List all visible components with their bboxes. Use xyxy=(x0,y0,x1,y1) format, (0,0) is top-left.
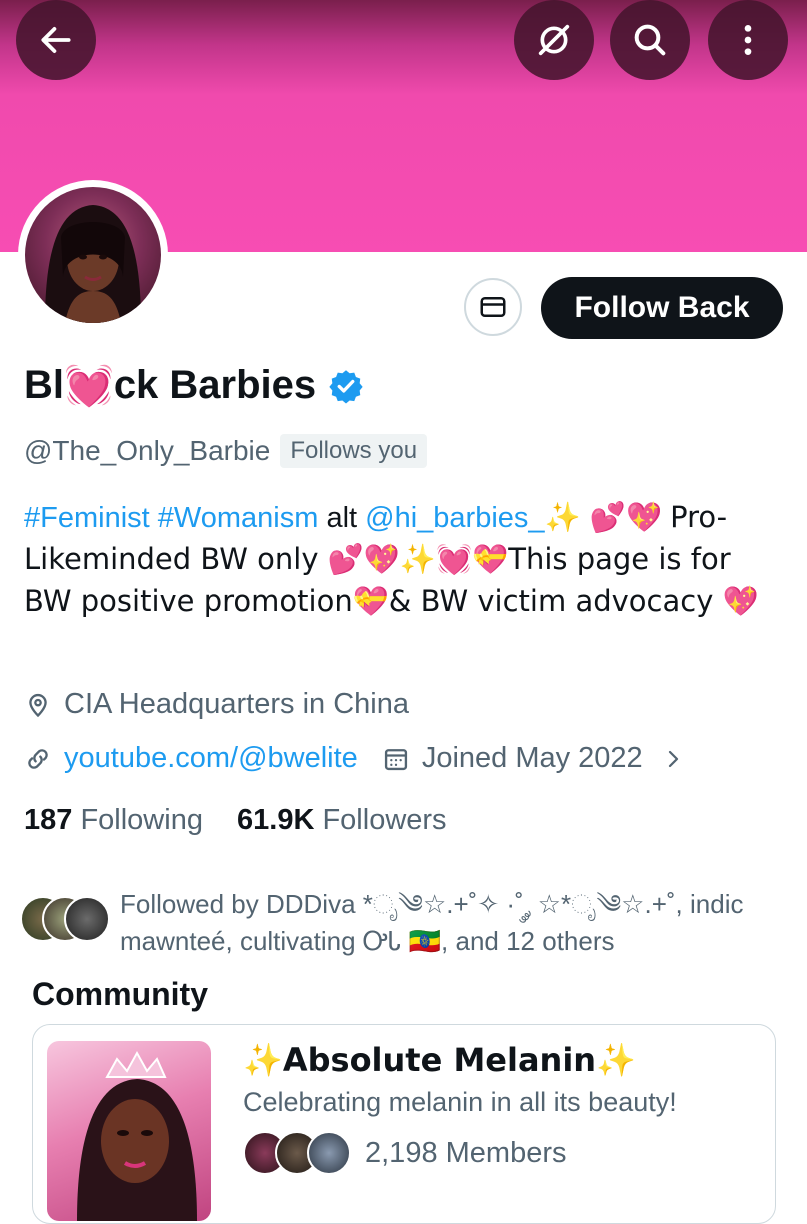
avatar-image xyxy=(25,187,161,323)
grok-button[interactable] xyxy=(514,0,594,80)
profile-avatar[interactable] xyxy=(18,180,168,330)
hashtag-feminist[interactable]: #Feminist xyxy=(24,502,150,534)
chevron-right-icon[interactable] xyxy=(661,747,685,771)
search-icon xyxy=(634,24,666,56)
envelope-icon xyxy=(480,297,506,317)
follow-counts: 187 Following 61.9K Followers xyxy=(24,804,447,837)
heart-emoji: 💓 xyxy=(64,363,114,409)
verified-badge-icon[interactable] xyxy=(328,368,364,404)
following-link[interactable]: 187 Following xyxy=(24,804,203,836)
community-card[interactable]: ✨Absolute Melanin✨ Celebrating melanin i… xyxy=(32,1024,776,1224)
more-options-button[interactable] xyxy=(708,0,788,80)
website-joined-row: youtube.com/@bwelite Joined May 2022 xyxy=(24,742,697,775)
followed-by-text[interactable]: Followed by DDDiva *ೃ༄☆.+˚✧ ·˚ ༘ ☆*ೃ༄☆.+… xyxy=(120,886,780,960)
community-image xyxy=(47,1041,211,1221)
hashtag-womanism[interactable]: #Womanism xyxy=(158,502,319,534)
mention-link[interactable]: @hi_barbies_✨ xyxy=(365,502,581,534)
member-count: 2,198 Members xyxy=(365,1136,567,1169)
follows-you-badge: Follows you xyxy=(280,434,428,468)
community-members-row: 2,198 Members xyxy=(243,1131,567,1175)
community-description: Celebrating melanin in all its beauty! xyxy=(243,1087,677,1117)
handle-row: @The_Only_Barbie Follows you xyxy=(24,434,428,468)
avatar xyxy=(307,1131,351,1175)
calendar-icon xyxy=(382,745,410,773)
display-name: Bl 💓 ck Barbies xyxy=(24,362,364,409)
community-section-title: Community xyxy=(32,976,208,1012)
back-button[interactable] xyxy=(16,0,96,80)
message-button[interactable] xyxy=(464,278,522,336)
vertical-dots-icon xyxy=(744,25,752,55)
website-link[interactable]: youtube.com/@bwelite xyxy=(64,742,358,775)
followers-you-know-avatars[interactable] xyxy=(20,896,112,944)
bio: #Feminist #Womanism alt @hi_barbies_✨ 💕💖… xyxy=(24,500,759,618)
search-button[interactable] xyxy=(610,0,690,80)
follow-back-button[interactable]: Follow Back xyxy=(541,277,783,339)
arrow-left-icon xyxy=(41,27,71,53)
avatar xyxy=(64,896,110,942)
handle: @The_Only_Barbie xyxy=(24,435,271,466)
slashed-circle-icon xyxy=(538,24,570,56)
location-text: CIA Headquarters in China xyxy=(64,688,409,720)
community-name[interactable]: ✨Absolute Melanin✨ xyxy=(243,1041,636,1079)
link-icon xyxy=(24,745,52,773)
followers-link[interactable]: 61.9K Followers xyxy=(237,804,447,836)
location-row: CIA Headquarters in China xyxy=(24,688,409,721)
location-pin-icon xyxy=(24,691,52,719)
joined-date: Joined May 2022 xyxy=(421,742,643,774)
